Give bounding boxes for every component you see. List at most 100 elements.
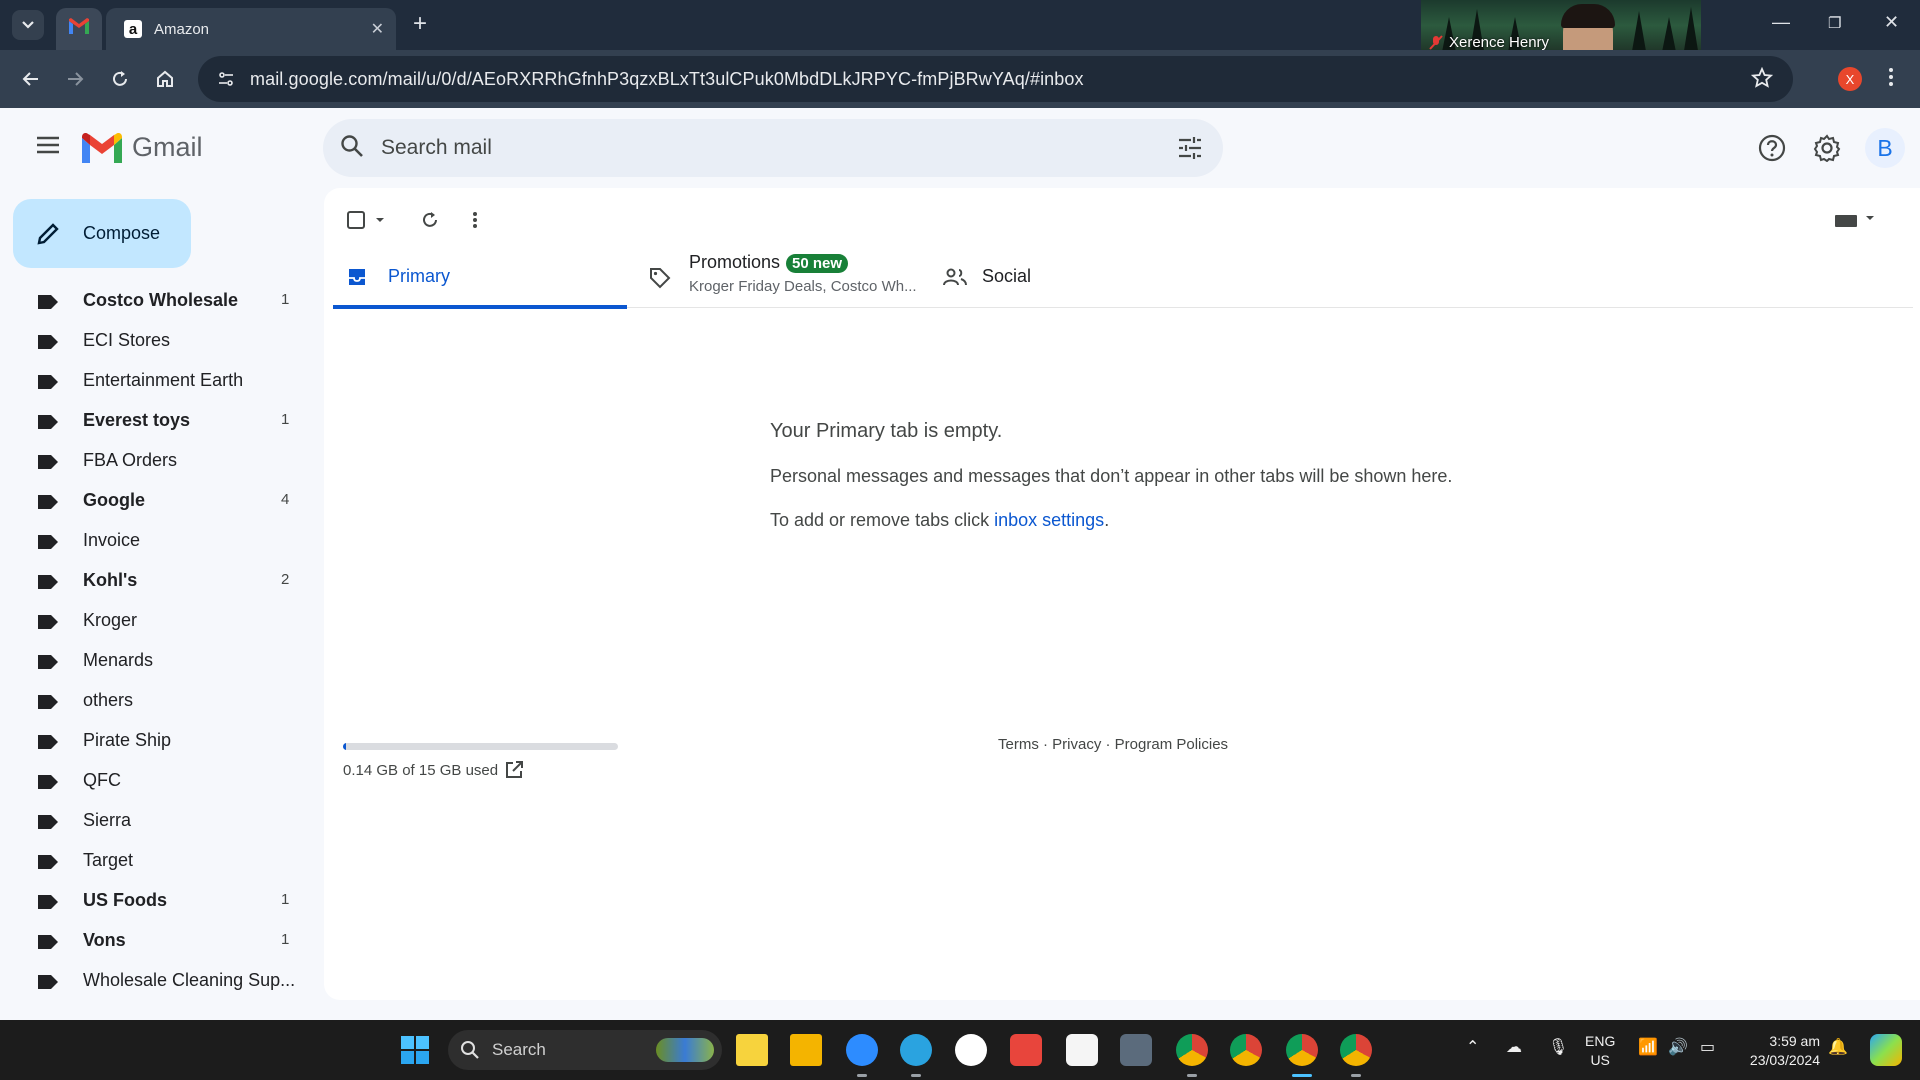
footer-links[interactable]: Terms · Privacy · Program Policies [998, 736, 1228, 753]
minimize-button[interactable]: — [1772, 12, 1790, 33]
back-button[interactable] [18, 66, 44, 92]
video-call-overlay[interactable]: Xerence Henry [1421, 0, 1701, 57]
gmail-logo[interactable]: Gmail [82, 132, 203, 163]
help-icon [1758, 134, 1786, 162]
sidebar-label-item[interactable]: Menards [0, 640, 320, 680]
sidebar-label-item[interactable]: Target [0, 840, 320, 880]
hamburger-icon [37, 136, 59, 154]
chrome-app-3[interactable] [1286, 1034, 1318, 1066]
calculator-app[interactable] [1120, 1034, 1152, 1066]
telegram-app[interactable] [900, 1034, 932, 1066]
label-icon [38, 413, 58, 434]
refresh-button[interactable] [420, 210, 440, 235]
sidebar-label-item[interactable]: Vons 1 [0, 920, 320, 960]
photos-app[interactable] [1010, 1034, 1042, 1066]
sidebar-label-item[interactable]: Wholesale Cleaning Sup... [0, 960, 320, 1000]
windows-logo-icon [401, 1036, 429, 1064]
sidebar-label-item[interactable]: Invoice [0, 520, 320, 560]
sticky-notes-app[interactable] [736, 1034, 768, 1066]
help-button[interactable] [1758, 134, 1786, 167]
reload-button[interactable] [107, 66, 133, 92]
onedrive-icon[interactable]: ☁ [1506, 1038, 1522, 1057]
settings-button[interactable] [1813, 134, 1841, 167]
gmail-wordmark: Gmail [132, 132, 203, 162]
sidebar-label-item[interactable]: US Foods 1 [0, 880, 320, 920]
tab-amazon[interactable]: a Amazon ✕ [106, 8, 396, 50]
sidebar-label-item[interactable]: Everest toys 1 [0, 400, 320, 440]
account-avatar[interactable]: B [1865, 128, 1905, 168]
label-name: QFC [83, 770, 121, 790]
label-icon [38, 493, 58, 514]
new-tab-button[interactable]: + [413, 12, 427, 36]
search-icon[interactable] [339, 133, 365, 164]
tab-primary[interactable]: Primary [333, 246, 627, 309]
more-actions-button[interactable] [472, 210, 478, 235]
snipping-tool-app[interactable] [1066, 1034, 1098, 1066]
sidebar-label-item[interactable]: QFC [0, 760, 320, 800]
label-name: Wholesale Cleaning Sup... [83, 970, 296, 990]
file-explorer-app[interactable] [790, 1034, 822, 1066]
chrome-app-1[interactable] [1176, 1034, 1208, 1066]
label-name: ECI Stores [83, 330, 171, 350]
compose-button[interactable]: Compose [13, 199, 191, 268]
select-all-checkbox[interactable] [346, 210, 388, 235]
sidebar-label-item[interactable]: others [0, 680, 320, 720]
sidebar-label-item[interactable]: Sierra [0, 800, 320, 840]
forward-button[interactable] [62, 66, 88, 92]
sidebar-label-item[interactable]: Costco Wholesale 1 [0, 280, 320, 320]
sidebar-label-item[interactable]: Google 4 [0, 480, 320, 520]
tab-search-button[interactable] [12, 10, 44, 40]
label-name: Menards [83, 650, 154, 670]
label-name: Everest toys [83, 410, 191, 430]
copilot-icon[interactable] [1870, 1034, 1902, 1066]
bookmark-star-icon[interactable] [1750, 66, 1774, 94]
label-icon [38, 653, 58, 674]
battery-icon[interactable]: ▭ [1700, 1038, 1715, 1057]
slack-app[interactable] [955, 1034, 987, 1066]
url-text[interactable]: mail.google.com/mail/u/0/d/AEoRXRRhGfnhP… [250, 69, 1084, 90]
address-bar[interactable]: mail.google.com/mail/u/0/d/AEoRXRRhGfnhP… [198, 56, 1793, 102]
sidebar-label-item[interactable]: Entertainment Earth [0, 360, 320, 400]
close-window-button[interactable]: ✕ [1884, 12, 1899, 33]
restore-button[interactable]: ❐ [1828, 14, 1841, 32]
microphone-icon[interactable]: 🎙 [1548, 1038, 1568, 1057]
sidebar-label-item[interactable]: FBA Orders [0, 440, 320, 480]
search-bar[interactable] [323, 119, 1223, 177]
tab-social-label: Social [982, 266, 1032, 286]
site-info-icon[interactable] [212, 65, 240, 93]
sidebar-label-item[interactable]: Kroger [0, 600, 320, 640]
people-icon [943, 268, 967, 286]
label-icon [38, 333, 58, 354]
clock[interactable]: 3:59 am 23/03/2024 [1738, 1032, 1820, 1070]
chrome-app-2[interactable] [1230, 1034, 1262, 1066]
main-menu-button[interactable] [36, 136, 60, 159]
label-name: Costco Wholesale [83, 290, 239, 310]
sidebar-label-item[interactable]: Pirate Ship [0, 720, 320, 760]
inbox-settings-link[interactable]: inbox settings [994, 510, 1104, 530]
zoom-app[interactable] [846, 1034, 878, 1066]
sidebar-label-item[interactable]: Kohl's 2 [0, 560, 320, 600]
browser-menu-button[interactable] [1888, 66, 1894, 93]
manage-storage-button[interactable] [504, 760, 524, 785]
notifications-bell-icon[interactable]: 🔔 [1828, 1038, 1848, 1057]
tab-social[interactable]: Social [927, 246, 1207, 308]
close-tab-icon[interactable]: ✕ [371, 19, 384, 39]
volume-icon[interactable]: 🔊 [1668, 1038, 1688, 1057]
show-hidden-icons-button[interactable]: ⌃ [1466, 1038, 1479, 1057]
browser-profile-avatar[interactable]: X [1838, 67, 1862, 91]
wifi-icon[interactable]: 📶 [1638, 1038, 1658, 1057]
sidebar-label-item[interactable]: ECI Stores [0, 320, 320, 360]
label-icon [38, 893, 58, 914]
input-tools-button[interactable] [1834, 212, 1876, 233]
home-button[interactable] [152, 66, 178, 92]
language-indicator[interactable]: ENG US [1585, 1032, 1615, 1070]
unread-count: 1 [281, 891, 290, 908]
tab-gmail[interactable] [56, 8, 102, 50]
search-input[interactable] [381, 136, 1141, 160]
start-button[interactable] [399, 1034, 431, 1066]
search-options-icon[interactable] [1177, 136, 1203, 165]
label-name: Kohl's [83, 570, 138, 590]
taskbar-search[interactable]: Search [448, 1030, 722, 1070]
tab-promotions[interactable]: Promotions 50 new Kroger Friday Deals, Co… [627, 246, 927, 308]
chrome-app-4[interactable] [1340, 1034, 1372, 1066]
